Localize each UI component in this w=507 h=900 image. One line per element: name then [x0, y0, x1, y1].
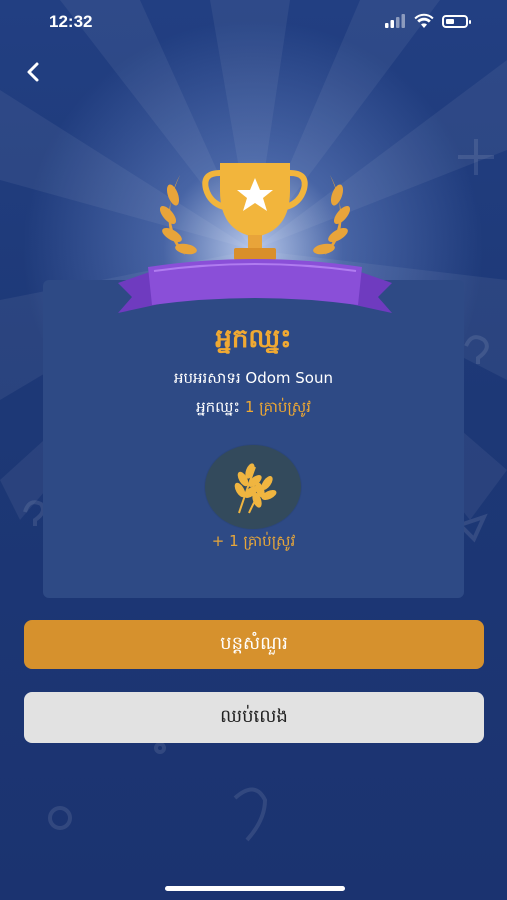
trophy-icon: [202, 163, 308, 260]
question-decoration-2: [23, 500, 45, 526]
reward-label: + 1 គ្រាប់ស្រូវ: [211, 532, 296, 550]
reward-badge: [205, 445, 301, 529]
continue-button[interactable]: បន្តសំណួរ: [24, 620, 484, 669]
trophy-banner: [118, 163, 392, 313]
ribbon-icon: [118, 259, 392, 313]
winner-reward-amount: 1 គ្រាប់ស្រូវ: [244, 398, 311, 416]
congrats-text: អបអរសាទរ Odom Soun: [173, 369, 334, 387]
winner-label: អ្នកឈ្នះ: [196, 398, 241, 416]
stop-button-label: ឈប់លេង: [220, 706, 288, 727]
status-time: 12:32: [49, 12, 93, 31]
wheat-icon: [234, 463, 277, 514]
circle-decoration: [48, 806, 72, 830]
signal-icon: [385, 14, 405, 28]
winner-reward-text: អ្នកឈ្នះ 1 គ្រាប់ស្រូវ: [0, 398, 507, 420]
glyph-decoration: [233, 787, 268, 842]
status-bar: 12:32: [0, 0, 507, 48]
back-icon[interactable]: [20, 58, 48, 86]
wifi-icon: [414, 13, 434, 28]
continue-button-label: បន្តសំណួរ: [220, 633, 288, 654]
dot-decoration: [154, 742, 166, 754]
winner-title: អ្នកឈ្នះ: [215, 324, 292, 354]
home-indicator[interactable]: [165, 886, 345, 891]
battery-icon: [442, 15, 471, 28]
stop-playing-button[interactable]: ឈប់លេង: [24, 692, 484, 743]
